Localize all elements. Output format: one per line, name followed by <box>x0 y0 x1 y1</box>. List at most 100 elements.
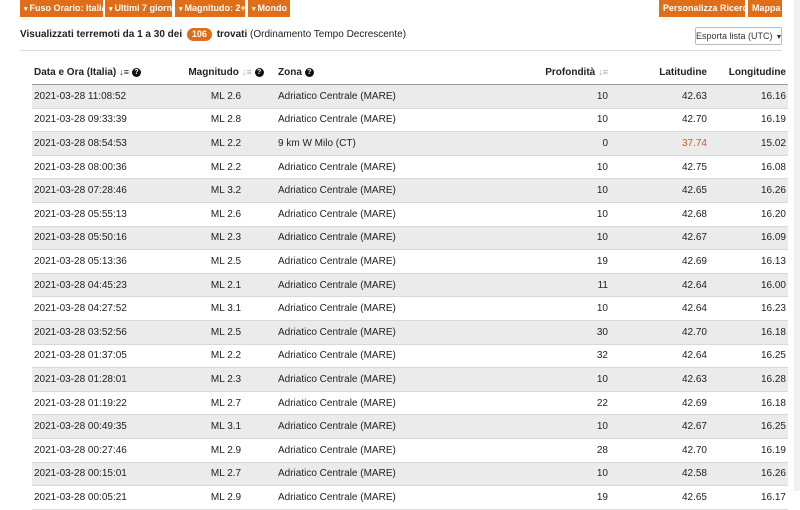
table-row[interactable]: 2021-03-28 03:52:56 ML 2.5 Adriatico Centr… <box>32 320 788 345</box>
period-filter-button[interactable]: ▾ Ultimi 7 giorni <box>105 0 175 17</box>
cell-latitude: 42.69 <box>610 391 709 416</box>
cell-depth: 10 <box>480 462 610 487</box>
cell-latitude: 42.70 <box>610 438 709 463</box>
cell-latitude: 42.58 <box>610 462 709 487</box>
help-icon[interactable]: ? <box>304 67 314 77</box>
cell-zone-link[interactable]: Adriatico Centrale (MARE) <box>276 391 480 416</box>
cell-zone-link[interactable]: Adriatico Centrale (MARE) <box>276 485 480 510</box>
divider <box>20 50 782 51</box>
cell-longitude: 16.18 <box>709 391 788 416</box>
table-row[interactable]: 2021-03-28 08:54:53 ML 2.2 9 km W Milo (CT… <box>32 131 788 156</box>
cell-zone-link[interactable]: Adriatico Centrale (MARE) <box>276 273 480 298</box>
cell-depth: 19 <box>480 485 610 510</box>
table-row[interactable]: 2021-03-28 05:50:16 ML 2.3 Adriatico Centr… <box>32 226 788 251</box>
cell-zone-link[interactable]: Adriatico Centrale (MARE) <box>276 226 480 251</box>
table-row[interactable]: 2021-03-28 01:19:22 ML 2.7 Adriatico Centr… <box>32 391 788 416</box>
cell-zone-link[interactable]: 9 km W Milo (CT) <box>276 131 480 156</box>
cell-depth: 19 <box>480 249 610 274</box>
cell-latitude: 42.67 <box>610 414 709 439</box>
cell-magnitude: ML 2.9 <box>176 438 276 463</box>
column-header-datetime[interactable]: Data e Ora (Italia) ↓≡? <box>32 60 176 85</box>
cell-zone-link[interactable]: Adriatico Centrale (MARE) <box>276 462 480 487</box>
cell-zone-link[interactable]: Adriatico Centrale (MARE) <box>276 344 480 369</box>
cell-datetime: 2021-03-28 08:00:36 <box>32 155 176 180</box>
table-row[interactable]: 2021-03-28 00:05:21 ML 2.9 Adriatico Centr… <box>32 485 788 510</box>
cell-depth: 10 <box>480 202 610 227</box>
cell-datetime: 2021-03-28 09:33:39 <box>32 108 176 133</box>
cell-zone-link[interactable]: Adriatico Centrale (MARE) <box>276 296 480 321</box>
table-row[interactable]: 2021-03-28 00:15:01 ML 2.7 Adriatico Centr… <box>32 462 788 487</box>
table-row[interactable]: 2021-03-28 01:28:01 ML 2.3 Adriatico Centr… <box>32 367 788 392</box>
table-row[interactable]: 2021-03-28 00:27:46 ML 2.9 Adriatico Centr… <box>32 438 788 463</box>
cell-latitude: 42.70 <box>610 320 709 345</box>
cell-zone-link[interactable]: Adriatico Centrale (MARE) <box>276 320 480 345</box>
table-row[interactable]: 2021-03-28 09:33:39 ML 2.8 Adriatico Centr… <box>32 108 788 133</box>
page-scrollbar[interactable] <box>794 0 800 491</box>
cell-latitude: 42.70 <box>610 108 709 133</box>
table-row[interactable]: 2021-03-28 00:49:35 ML 3.1 Adriatico Centr… <box>32 414 788 439</box>
magnitude-filter-label: Magnitudo: 2+ <box>184 3 246 13</box>
column-header-depth[interactable]: Profondità ↓≡ <box>480 60 610 85</box>
cell-zone-link[interactable]: Adriatico Centrale (MARE) <box>276 108 480 133</box>
export-list-dropdown[interactable]: Esporta lista (UTC) ▼ <box>695 27 782 45</box>
cell-longitude: 16.16 <box>709 84 788 109</box>
cell-longitude: 16.17 <box>709 485 788 510</box>
cell-longitude: 16.18 <box>709 320 788 345</box>
column-header-longitude: Longitudine <box>709 60 788 85</box>
cell-magnitude: ML 2.6 <box>176 84 276 109</box>
table-row[interactable]: 2021-03-28 08:00:36 ML 2.2 Adriatico Centr… <box>32 155 788 180</box>
map-button[interactable]: Mappa <box>748 0 782 17</box>
summary-prefix: Visualizzati terremoti da 1 a 30 dei <box>20 29 183 40</box>
map-label: Mappa <box>752 3 781 13</box>
earthquake-table: Data e Ora (Italia) ↓≡? Magnitudo ↓≡? Zona… <box>32 60 788 510</box>
cell-magnitude: ML 2.2 <box>176 131 276 156</box>
help-icon[interactable]: ? <box>132 67 142 77</box>
timezone-filter-button[interactable]: ▾ Fuso Orario: Italia <box>20 0 107 17</box>
caret-down-icon: ▾ <box>24 6 28 13</box>
column-header-datetime-label: Data e Ora (Italia) <box>34 66 117 78</box>
column-header-magnitude[interactable]: Magnitudo ↓≡? <box>176 60 276 85</box>
column-header-depth-label: Profondità <box>545 66 596 78</box>
table-row[interactable]: 2021-03-28 05:13:36 ML 2.5 Adriatico Centr… <box>32 249 788 274</box>
table-row[interactable]: 2021-03-28 04:45:23 ML 2.1 Adriatico Centr… <box>32 273 788 298</box>
help-icon[interactable]: ? <box>254 67 264 77</box>
sort-icon[interactable]: ↓≡ <box>598 67 608 77</box>
cell-magnitude: ML 2.7 <box>176 391 276 416</box>
column-header-zone[interactable]: Zona? <box>276 60 480 85</box>
cell-longitude: 15.02 <box>709 131 788 156</box>
table-row[interactable]: 2021-03-28 04:27:52 ML 3.1 Adriatico Centr… <box>32 296 788 321</box>
table-row[interactable]: 2021-03-28 11:08:52 ML 2.6 Adriatico Centr… <box>32 84 788 109</box>
area-filter-button[interactable]: ▾ Mondo <box>248 0 290 17</box>
cell-depth: 10 <box>480 296 610 321</box>
cell-magnitude: ML 2.2 <box>176 155 276 180</box>
cell-zone-link[interactable]: Adriatico Centrale (MARE) <box>276 202 480 227</box>
cell-zone-link[interactable]: Adriatico Centrale (MARE) <box>276 249 480 274</box>
results-count-badge: 106 <box>186 28 212 41</box>
cell-magnitude: ML 2.6 <box>176 202 276 227</box>
table-row[interactable]: 2021-03-28 07:28:46 ML 3.2 Adriatico Centr… <box>32 178 788 203</box>
cell-zone-link[interactable]: Adriatico Centrale (MARE) <box>276 438 480 463</box>
cell-latitude: 37.74 <box>610 131 709 156</box>
cell-magnitude: ML 3.1 <box>176 296 276 321</box>
cell-latitude: 42.69 <box>610 249 709 274</box>
table-row[interactable]: 2021-03-28 01:37:05 ML 2.2 Adriatico Centr… <box>32 344 788 369</box>
cell-zone-link[interactable]: Adriatico Centrale (MARE) <box>276 414 480 439</box>
sort-descending-icon[interactable]: ↓≡ <box>119 67 129 77</box>
cell-datetime: 2021-03-28 00:49:35 <box>32 414 176 439</box>
sort-icon[interactable]: ↓≡ <box>242 67 252 77</box>
cell-zone-link[interactable]: Adriatico Centrale (MARE) <box>276 178 480 203</box>
cell-datetime: 2021-03-28 05:50:16 <box>32 226 176 251</box>
cell-magnitude: ML 2.3 <box>176 367 276 392</box>
cell-zone-link[interactable]: Adriatico Centrale (MARE) <box>276 155 480 180</box>
table-body: 2021-03-28 11:08:52 ML 2.6 Adriatico Centr… <box>32 84 788 510</box>
cell-depth: 11 <box>480 273 610 298</box>
table-row[interactable]: 2021-03-28 05:55:13 ML 2.6 Adriatico Centr… <box>32 202 788 227</box>
cell-longitude: 16.13 <box>709 249 788 274</box>
cell-zone-link[interactable]: Adriatico Centrale (MARE) <box>276 367 480 392</box>
cell-latitude: 42.75 <box>610 155 709 180</box>
cell-zone-link[interactable]: Adriatico Centrale (MARE) <box>276 84 480 109</box>
cell-magnitude: ML 2.9 <box>176 485 276 510</box>
custom-search-button[interactable]: Personalizza Ricerca <box>659 0 753 17</box>
cell-magnitude: ML 2.2 <box>176 344 276 369</box>
magnitude-filter-button[interactable]: ▾ Magnitudo: 2+ <box>175 0 246 17</box>
